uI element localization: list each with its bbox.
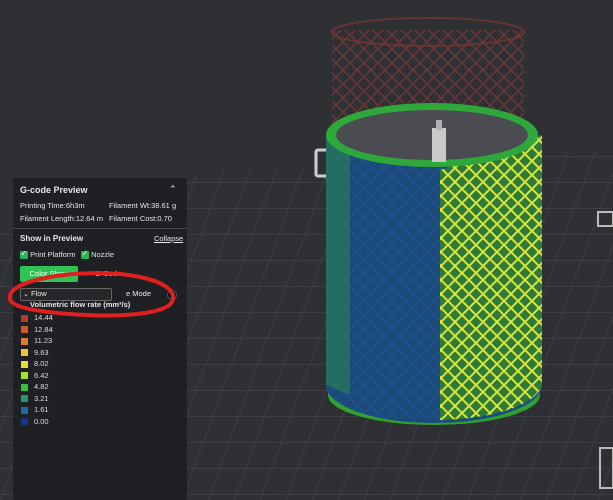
legend-swatch — [21, 418, 28, 426]
legend-value: 1.61 — [34, 405, 49, 414]
mode-toggle[interactable] — [167, 290, 177, 300]
legend-value: 4.82 — [34, 382, 49, 391]
nozzle-model — [432, 128, 446, 162]
checkbox-icon — [20, 249, 28, 260]
legend-swatch — [21, 349, 28, 357]
legend-item: 14.44 — [21, 313, 53, 323]
legend-value: 14.44 — [34, 313, 53, 322]
legend-swatch — [21, 337, 28, 345]
legend-item: 1.61 — [21, 405, 49, 415]
legend-item: 8.02 — [21, 359, 49, 369]
legend-value: 0.00 — [34, 416, 49, 426]
chevron-down-icon: ⌄ — [23, 291, 29, 298]
legend-swatch — [21, 406, 28, 414]
collapse-link[interactable]: Collapse — [154, 234, 183, 243]
legend-item: 6.42 — [21, 371, 49, 381]
mode-label: e Mode — [126, 289, 152, 298]
legend-value: 6.42 — [34, 370, 49, 380]
legend-value: 12.84 — [34, 324, 53, 334]
gcode-preview-panel: G-code Preview ⌃ Printing Time:6h3m Fila… — [13, 178, 187, 500]
legend-value: 3.21 — [34, 393, 49, 403]
filament-weight: Filament Wt:38.61 g — [109, 201, 177, 210]
panel-title: G-code Preview — [20, 185, 88, 195]
legend-item: 3.21 — [21, 394, 49, 404]
print-platform-label: Print Platform — [30, 250, 76, 259]
legend-item: 0.00 — [21, 417, 49, 427]
legend-swatch — [21, 314, 28, 322]
legend-item: 11.23 — [21, 336, 52, 346]
legend-value: 11.23 — [34, 336, 53, 345]
legend-swatch — [21, 372, 28, 380]
nozzle-toggle[interactable]: Nozzle — [81, 249, 115, 260]
legend-swatch — [21, 383, 28, 391]
legend-value: 8.02 — [34, 359, 49, 368]
legend-value: 9.63 — [34, 347, 49, 357]
nozzle-label: Nozzle — [91, 250, 115, 259]
legend-item: 4.82 — [21, 382, 49, 392]
filament-cost: Filament Cost:0.70 — [109, 214, 172, 223]
filament-length: Filament Length:12.64 m — [20, 214, 103, 223]
legend-swatch — [21, 360, 28, 368]
divider — [13, 228, 187, 229]
legend-swatch — [21, 395, 28, 403]
view-type-value: Flow — [30, 289, 47, 298]
checkbox-icon — [81, 249, 89, 260]
legend-title: Volumetric flow rate (mm³/s) — [30, 300, 131, 309]
print-platform-toggle[interactable]: Print Platform — [20, 249, 76, 260]
double-chevron-up-icon[interactable]: ⌃ — [169, 184, 177, 195]
legend-item: 12.84 — [21, 325, 53, 335]
legend-item: 9.63 — [21, 348, 49, 358]
tab-color-show[interactable]: Color Show — [20, 266, 78, 282]
legend-swatch — [21, 326, 28, 334]
show-in-preview-heading: Show in Preview — [20, 234, 84, 243]
printing-time: Printing Time:6h3m — [20, 201, 85, 210]
tab-gcode[interactable]: G-Code — [81, 266, 135, 282]
